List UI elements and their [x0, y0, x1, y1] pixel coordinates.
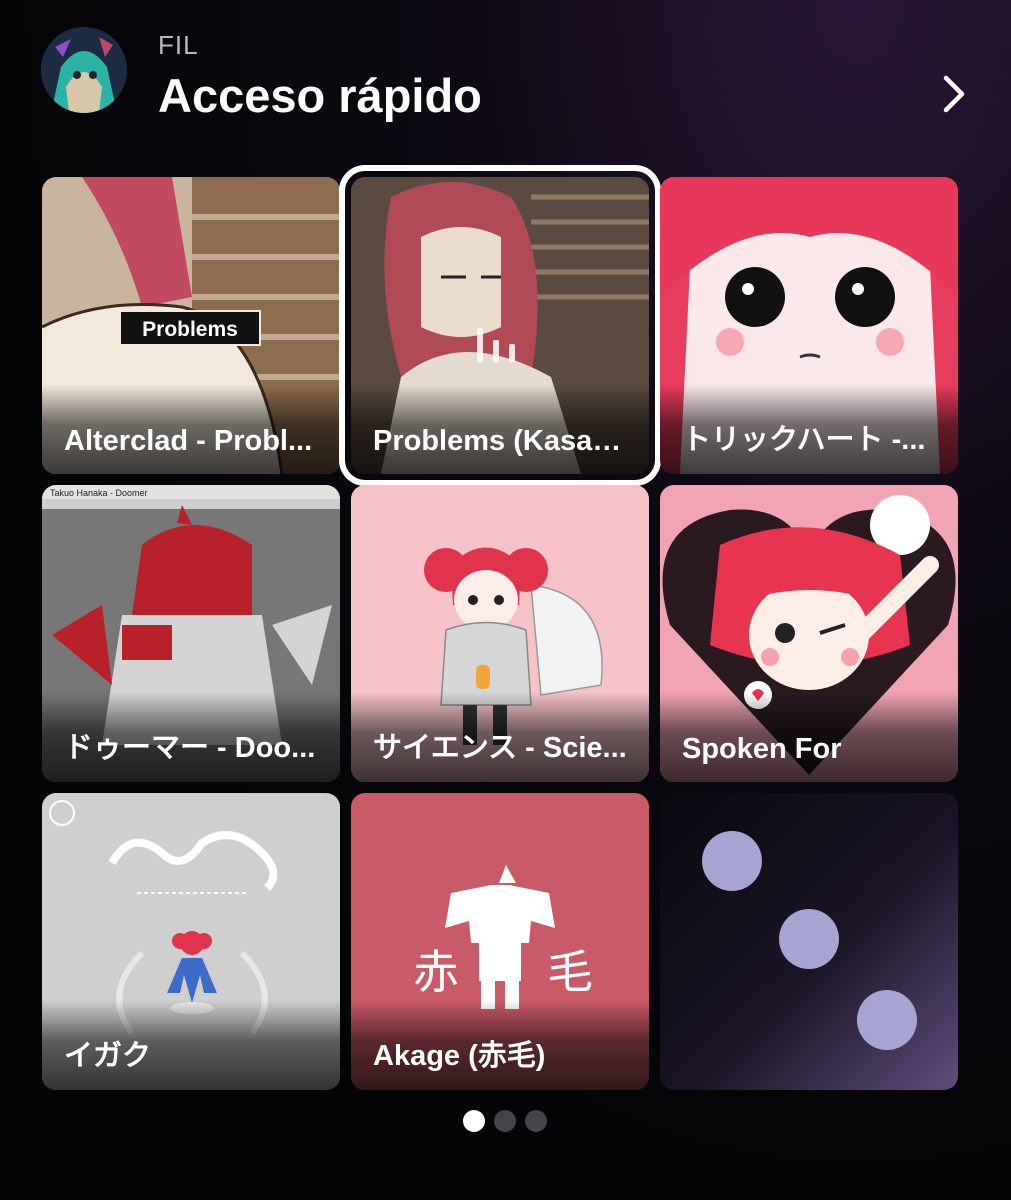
tile-label: Problems (Kasan...: [373, 425, 633, 457]
tile-trick-heart[interactable]: トリックハート -...: [660, 177, 958, 474]
tile-label: Alterclad - Probl...: [64, 425, 313, 457]
page-indicator: [463, 1110, 547, 1132]
chevron-right-icon: [943, 75, 965, 113]
see-all-button[interactable]: [928, 68, 980, 120]
tile-problems-kasane[interactable]: Problems (Kasan...: [339, 165, 661, 486]
now-playing-indicator: [477, 322, 527, 362]
tile-label: ドゥーマー - Doo...: [64, 732, 316, 764]
tile-label: トリックハート -...: [682, 424, 926, 456]
tile-alterclad-problems[interactable]: Problems Alterclad - Probl...: [42, 177, 340, 474]
section-title[interactable]: Acceso rápido: [158, 68, 482, 123]
tile-label: イガク: [64, 1040, 152, 1072]
avatar[interactable]: [41, 27, 127, 113]
tile-akage[interactable]: 赤 毛 Akage (赤毛): [351, 793, 649, 1090]
tile-dots[interactable]: [660, 793, 958, 1090]
cover-art: [660, 793, 958, 1090]
quick-access-header: FIL Acceso rápido: [0, 0, 1011, 160]
user-label: FIL: [158, 30, 199, 60]
cover-text-right: 毛: [547, 945, 593, 999]
tile-science[interactable]: サイエンス - Scie...: [351, 485, 649, 782]
page-dot-1[interactable]: [463, 1110, 485, 1132]
cover-text-left: 赤: [413, 945, 459, 999]
cover-text: Problems: [142, 318, 238, 341]
tile-label: Spoken For: [682, 733, 842, 765]
quick-access-grid: Problems Alterclad - Probl... Problems (…: [42, 165, 958, 1091]
window-title: Takuo Hanaka - Doomer: [50, 488, 148, 498]
tile-doomer[interactable]: Takuo Hanaka - Doomer ドゥーマー - Doo...: [42, 485, 340, 782]
tile-spoken-for[interactable]: Spoken For: [660, 485, 958, 782]
page-dot-3[interactable]: [525, 1110, 547, 1132]
page-dot-2[interactable]: [494, 1110, 516, 1132]
tile-label: Akage (赤毛): [373, 1040, 546, 1072]
tile-label: サイエンス - Scie...: [373, 732, 627, 764]
tile-igaku[interactable]: イガク: [42, 793, 340, 1090]
